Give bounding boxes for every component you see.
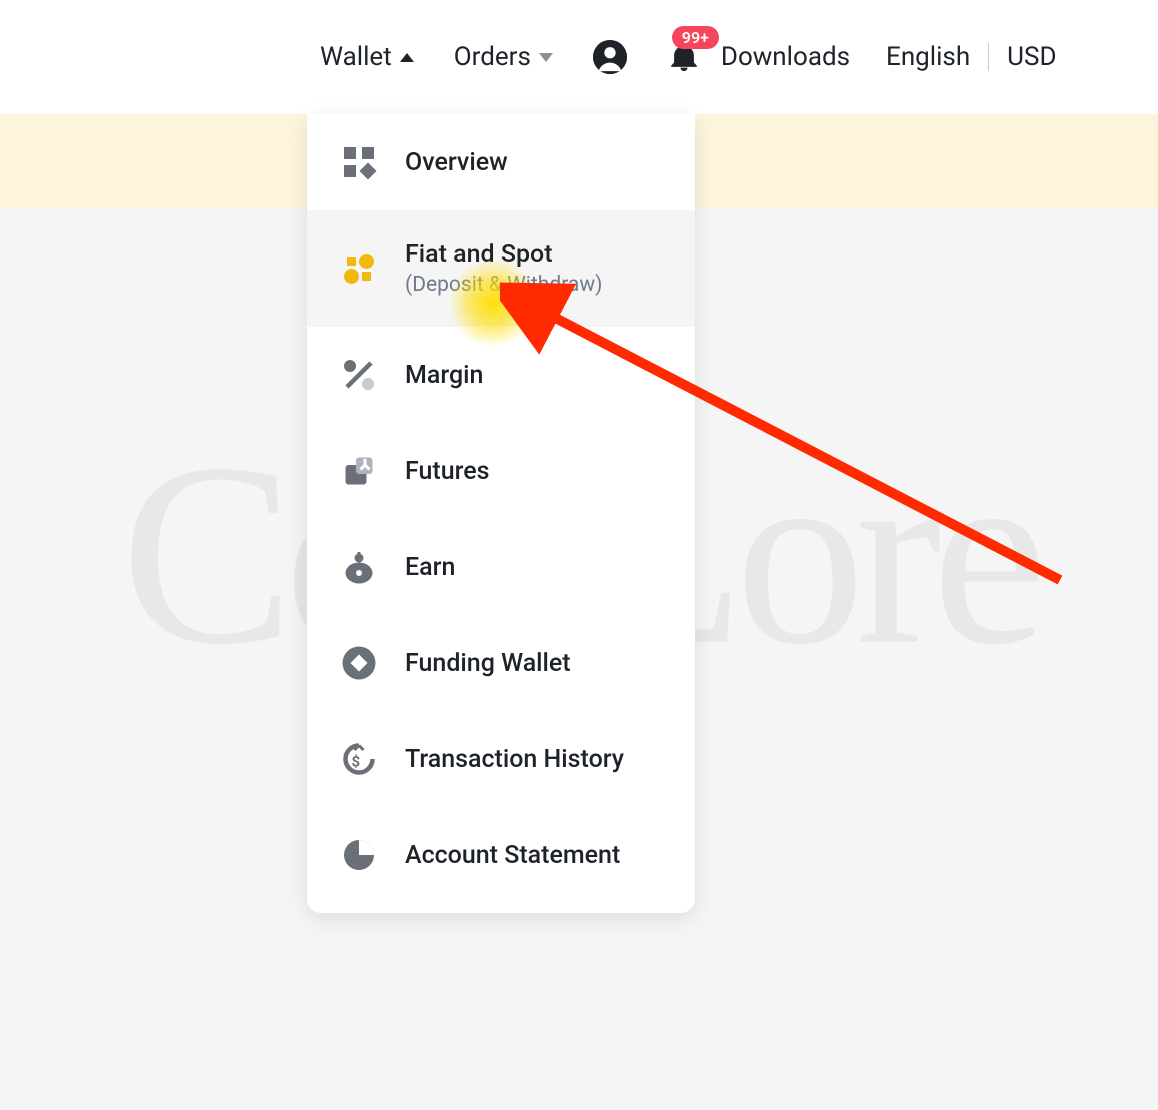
wallet-label: Wallet bbox=[320, 42, 392, 72]
futures-icon bbox=[341, 453, 377, 489]
account-icon[interactable] bbox=[593, 40, 627, 74]
margin-icon bbox=[341, 357, 377, 393]
notifications-button[interactable]: 99+ bbox=[667, 40, 701, 74]
dropdown-item-account-statement[interactable]: Account Statement bbox=[307, 807, 695, 903]
dropdown-label: Transaction History bbox=[405, 745, 624, 774]
dropdown-item-futures[interactable]: Futures bbox=[307, 423, 695, 519]
dropdown-label: Funding Wallet bbox=[405, 649, 571, 678]
svg-text:$: $ bbox=[352, 753, 361, 771]
dropdown-label: Earn bbox=[405, 553, 455, 582]
dropdown-item-funding-wallet[interactable]: Funding Wallet bbox=[307, 615, 695, 711]
dropdown-sub-label: (Deposit & Withdraw) bbox=[405, 273, 602, 297]
earn-icon bbox=[341, 549, 377, 585]
notification-badge: 99+ bbox=[672, 26, 719, 49]
wallet-menu[interactable]: Wallet bbox=[320, 42, 414, 72]
dropdown-label: Futures bbox=[405, 457, 490, 486]
language-selector[interactable]: English bbox=[886, 42, 970, 72]
overview-icon bbox=[341, 144, 377, 180]
dropdown-item-fiat-and-spot[interactable]: Fiat and Spot (Deposit & Withdraw) bbox=[307, 210, 695, 327]
account-statement-icon bbox=[341, 837, 377, 873]
wallet-dropdown: Overview Fiat and Spot (Deposit & Withdr… bbox=[307, 114, 695, 913]
separator bbox=[988, 43, 989, 71]
caret-up-icon bbox=[400, 53, 414, 62]
downloads-link[interactable]: Downloads bbox=[721, 42, 850, 72]
fiat-spot-icon bbox=[341, 251, 377, 287]
orders-label: Orders bbox=[454, 42, 531, 72]
dropdown-label: Margin bbox=[405, 361, 483, 390]
transaction-history-icon: $ bbox=[341, 741, 377, 777]
dropdown-item-earn[interactable]: Earn bbox=[307, 519, 695, 615]
orders-menu[interactable]: Orders bbox=[454, 42, 553, 72]
caret-down-icon bbox=[539, 53, 553, 62]
dropdown-item-overview[interactable]: Overview bbox=[307, 114, 695, 210]
dropdown-item-margin[interactable]: Margin bbox=[307, 327, 695, 423]
dropdown-label: Overview bbox=[405, 148, 508, 177]
dropdown-label: Account Statement bbox=[405, 841, 620, 870]
funding-wallet-icon bbox=[341, 645, 377, 681]
top-navigation-bar: Wallet Orders 99+ Downloads English USD bbox=[0, 0, 1158, 114]
dropdown-label: Fiat and Spot bbox=[405, 240, 602, 269]
currency-selector[interactable]: USD bbox=[1007, 42, 1056, 72]
dropdown-item-transaction-history[interactable]: $ Transaction History bbox=[307, 711, 695, 807]
